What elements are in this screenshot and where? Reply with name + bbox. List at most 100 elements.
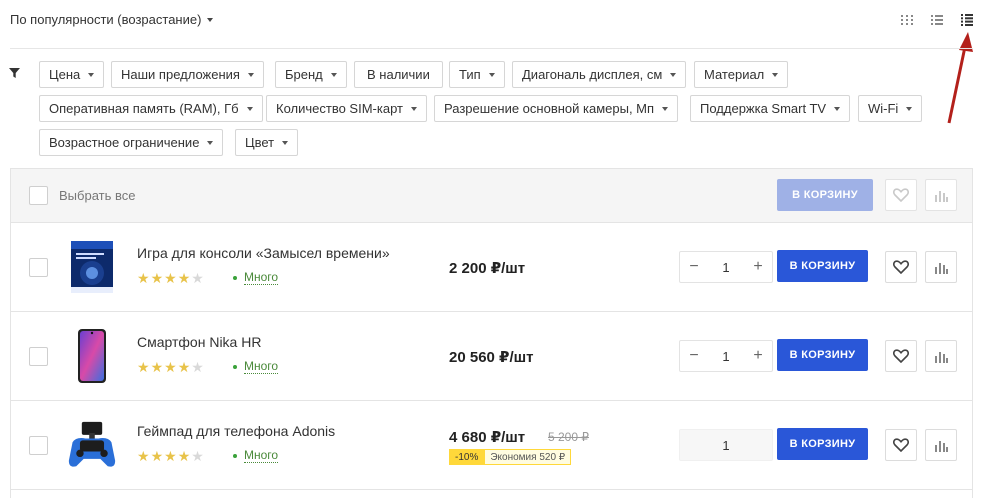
compare-button[interactable] <box>925 251 957 283</box>
stock-dot-icon <box>233 276 237 280</box>
filter-label: В наличии <box>367 67 430 82</box>
chevron-down-icon <box>246 106 253 111</box>
add-to-cart-button[interactable]: В КОРЗИНУ <box>777 339 868 371</box>
star-icon: ★ <box>137 359 150 375</box>
star-empty-icon: ★ <box>191 270 204 286</box>
favorite-button[interactable] <box>885 429 917 461</box>
filter-label: Возрастное ограничение <box>49 135 200 150</box>
stock-label[interactable]: Много <box>244 360 279 374</box>
filter-ram[interactable]: Оперативная память (RAM), Гб <box>39 95 263 122</box>
quantity-value[interactable]: 1 <box>711 438 741 453</box>
filter-display-diagonal[interactable]: Диагональ дисплея, см <box>512 61 687 88</box>
star-icon: ★ <box>150 448 164 464</box>
quantity-value[interactable]: 1 <box>711 260 741 275</box>
savings-badge: Экономия 520 ₽ <box>484 449 572 465</box>
chevron-down-icon <box>662 106 669 111</box>
product-name[interactable]: Смартфон Nika HR <box>137 334 261 350</box>
compare-chart-icon <box>935 441 948 452</box>
filter-material[interactable]: Материал <box>694 61 789 88</box>
quantity-stepper: − 1 + <box>679 251 773 283</box>
product-checkbox[interactable] <box>29 436 48 455</box>
product-list: Выбрать все В КОРЗИНУ Игра для консоли «… <box>10 168 973 498</box>
product-name[interactable]: Геймпад для телефона Adonis <box>137 423 335 439</box>
chevron-down-icon <box>410 106 417 111</box>
chevron-down-icon <box>834 106 841 111</box>
plus-button[interactable]: + <box>744 252 772 282</box>
bulk-compare-button[interactable] <box>925 179 957 211</box>
button-label: В КОРЗИНУ <box>792 189 858 201</box>
product-image[interactable] <box>67 239 117 295</box>
filter-sim-count[interactable]: Количество SIM-карт <box>266 95 427 122</box>
heart-icon <box>893 438 909 452</box>
stock-dot-icon <box>233 454 237 458</box>
star-icon: ★ <box>150 359 164 375</box>
filter-age-rating[interactable]: Возрастное ограничение <box>39 129 224 156</box>
filter-in-stock[interactable]: В наличии <box>354 61 443 88</box>
old-price: 5 200 ₽ <box>548 430 589 444</box>
game-cover-image <box>71 241 113 293</box>
list-view-icon[interactable] <box>931 14 943 26</box>
filter-camera-resolution[interactable]: Разрешение основной камеры, Мп <box>434 95 679 122</box>
chevron-down-icon <box>247 72 254 77</box>
button-label: В КОРЗИНУ <box>789 260 856 272</box>
star-icon: ★ <box>137 270 150 286</box>
star-icon: ★ <box>164 359 177 375</box>
rating-stars: ★ ★ ★ ★ ★ <box>137 360 204 374</box>
product-checkbox[interactable] <box>29 258 48 277</box>
product-row: Игра для консоли «Замысел времени» ★ ★ ★ ★ ★… <box>11 223 972 312</box>
product-image[interactable] <box>67 328 117 384</box>
favorite-button[interactable] <box>885 251 917 283</box>
minus-button[interactable]: − <box>680 252 708 282</box>
chevron-down-icon <box>906 106 913 111</box>
compare-button[interactable] <box>925 340 957 372</box>
smartphone-image <box>78 329 106 383</box>
filter-color[interactable]: Цвет <box>235 129 299 156</box>
stock-dot-icon <box>233 365 237 369</box>
stock-label[interactable]: Много <box>244 449 279 463</box>
button-label: В КОРЗИНУ <box>789 438 856 450</box>
product-image[interactable] <box>67 417 117 473</box>
select-all-bar: Выбрать все В КОРЗИНУ <box>11 169 972 223</box>
select-all-checkbox[interactable] <box>29 186 48 205</box>
chevron-down-icon <box>670 72 677 77</box>
product-row: Смартфон Nika HR ★ ★ ★ ★ ★ Много 20 560 ₽/шт… <box>11 312 972 401</box>
compact-list-view-icon[interactable] <box>961 14 973 26</box>
chevron-down-icon <box>88 72 95 77</box>
star-empty-icon: ★ <box>191 448 204 464</box>
product-checkbox[interactable] <box>29 347 48 366</box>
rating-stars: ★ ★ ★ ★ ★ <box>137 449 204 463</box>
product-name[interactable]: Игра для консоли «Замысел времени» <box>137 245 390 261</box>
filter-wifi[interactable]: Wi-Fi <box>858 95 923 122</box>
rating-stars: ★ ★ ★ ★ ★ <box>137 271 204 285</box>
filter-label: Бренд <box>285 67 323 82</box>
filter-label: Цвет <box>245 135 275 150</box>
add-to-cart-button[interactable]: В КОРЗИНУ <box>777 250 868 282</box>
filter-type[interactable]: Тип <box>449 61 505 88</box>
plus-button[interactable]: + <box>744 341 772 371</box>
sort-dropdown[interactable]: По популярности (возрастание) <box>10 12 214 27</box>
filter-offers[interactable]: Наши предложения <box>111 61 264 88</box>
bulk-add-to-cart-button[interactable]: В КОРЗИНУ <box>777 179 873 211</box>
filter-label: Разрешение основной камеры, Мп <box>444 101 655 116</box>
filter-brand[interactable]: Бренд <box>275 61 347 88</box>
star-icon: ★ <box>137 448 150 464</box>
filter-label: Оперативная память (RAM), Гб <box>49 101 239 116</box>
filter-price[interactable]: Цена <box>39 61 105 88</box>
bulk-favorite-button[interactable] <box>885 179 917 211</box>
add-to-cart-button[interactable]: В КОРЗИНУ <box>777 428 868 460</box>
filter-smart-tv[interactable]: Поддержка Smart TV <box>690 95 851 122</box>
favorite-button[interactable] <box>885 340 917 372</box>
minus-button[interactable]: − <box>680 341 708 371</box>
grid-view-icon[interactable] <box>901 14 913 26</box>
compare-button[interactable] <box>925 429 957 461</box>
star-icon: ★ <box>150 270 164 286</box>
heart-icon <box>893 349 909 363</box>
product-row: Геймпад для телефона Adonis ★ ★ ★ ★ ★ Много … <box>11 401 972 490</box>
filter-label: Поддержка Smart TV <box>700 101 827 116</box>
stock-label[interactable]: Много <box>244 271 279 285</box>
filter-label: Цена <box>49 67 81 82</box>
star-icon: ★ <box>177 448 191 464</box>
quantity-stepper: − 1 + <box>679 340 773 372</box>
quantity-value[interactable]: 1 <box>711 349 741 364</box>
star-icon: ★ <box>177 270 191 286</box>
